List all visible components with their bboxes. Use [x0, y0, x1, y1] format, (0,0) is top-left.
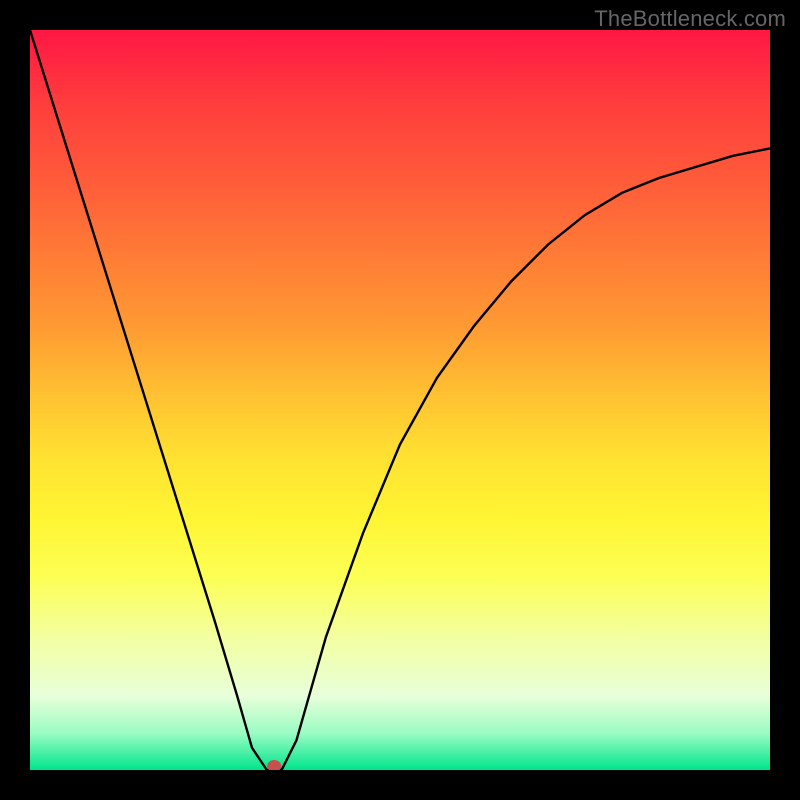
curve-svg	[30, 30, 770, 770]
plot-area	[30, 30, 770, 770]
bottleneck-curve	[30, 30, 770, 770]
chart-frame: TheBottleneck.com	[0, 0, 800, 800]
minimum-marker	[267, 760, 281, 770]
watermark-text: TheBottleneck.com	[594, 6, 786, 32]
